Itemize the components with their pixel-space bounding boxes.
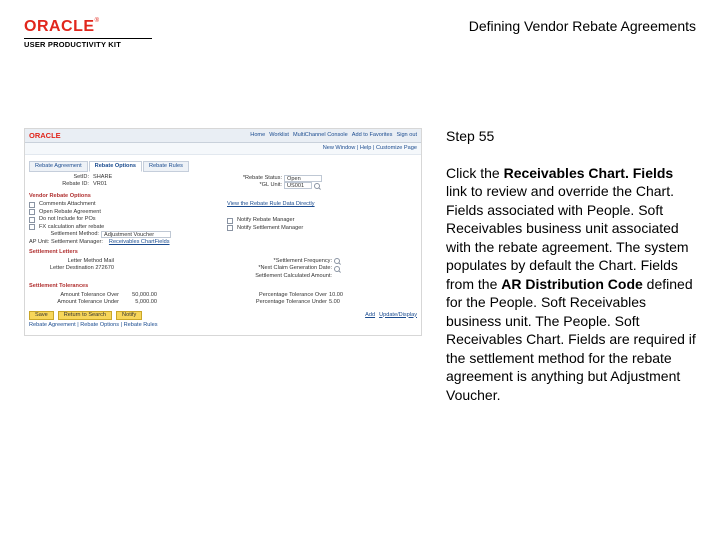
- nav-worklist[interactable]: Worklist: [269, 132, 289, 139]
- rebateid-label: Rebate ID:: [29, 181, 89, 188]
- nav-fav[interactable]: Add to Favorites: [352, 132, 393, 139]
- chk-notify-sm[interactable]: [227, 225, 233, 231]
- chk-open-agreement[interactable]: [29, 209, 35, 215]
- lt-calcamt-label: Settlement Calculated Amount:: [227, 273, 332, 280]
- app-screenshot: ORACLE Home Worklist MultiChannel Consol…: [24, 128, 422, 336]
- document-title: Defining Vendor Rebate Agreements: [469, 18, 696, 34]
- chk-notify-rm[interactable]: [227, 218, 233, 224]
- nav-home[interactable]: Home: [250, 132, 265, 139]
- tol-amt-over-val: 50,000.00: [121, 292, 157, 299]
- setid-value: SHARE: [93, 174, 112, 181]
- footer-tab-links: Rebate Agreement | Rebate Options | Reba…: [29, 322, 417, 329]
- section-settlement-tol: Settlement Tolerances: [29, 283, 417, 290]
- nav-signout[interactable]: Sign out: [396, 132, 417, 139]
- logo-divider: [24, 38, 152, 39]
- glbu-label: *GL Unit:: [227, 182, 282, 189]
- lt-freq-label: *Settlement Frequency:: [227, 258, 332, 265]
- step-label: Step 55: [446, 128, 696, 144]
- product-line: USER PRODUCTIVITY KIT: [24, 40, 152, 49]
- nav-mcc[interactable]: MultiChannel Console: [293, 132, 348, 139]
- app-quicklinks: New Window | Help | Customize Page: [25, 143, 421, 155]
- oracle-wordmark: ORACLE®: [24, 18, 152, 36]
- button-row: Save Return to Search Notify Add Update/…: [29, 311, 417, 320]
- instruction-paragraph: Click the Receivables Chart. Fields link…: [446, 164, 696, 404]
- lt-method-label: Letter Method Mail: [29, 258, 114, 265]
- app-topnav: Home Worklist MultiChannel Console Add t…: [250, 132, 417, 139]
- return-button[interactable]: Return to Search: [58, 311, 112, 320]
- chk-noinclude[interactable]: [29, 217, 35, 223]
- chk-comments[interactable]: [29, 202, 35, 208]
- section-vendor-options: Vendor Rebate Options: [29, 193, 417, 200]
- settlement-method-label: Settlement Method:: [29, 231, 99, 238]
- chk-fx[interactable]: [29, 224, 35, 230]
- tab-rebate-options[interactable]: Rebate Options: [89, 161, 142, 172]
- lookup-icon[interactable]: [314, 183, 320, 189]
- notify-button[interactable]: Notify: [116, 311, 142, 320]
- ap-line: AP Unit: Settlement Manager:: [29, 239, 103, 246]
- chk-open-agreement-label: Open Rebate Agreement: [39, 209, 101, 216]
- tol-amt-over-label: Amount Tolerance Over: [29, 292, 119, 299]
- instruction-bold2: AR Distribution Code: [501, 276, 643, 292]
- app-brand: ORACLE: [29, 131, 61, 140]
- instruction-post2: defined for the People. Soft Receivables…: [446, 276, 696, 403]
- tab-rebate-rules[interactable]: Rebate Rules: [143, 161, 189, 172]
- tol-amt-under-val: 5,000.00: [121, 299, 157, 306]
- tol-amt-under-label: Amount Tolerance Under: [29, 299, 119, 306]
- lookup-icon[interactable]: [334, 258, 340, 264]
- rebateid-value: VR01: [93, 181, 107, 188]
- status-select[interactable]: Open: [284, 175, 322, 182]
- instruction-pre: Click the: [446, 165, 504, 181]
- chk-noinclude-label: Do not Include for POs: [39, 216, 96, 223]
- tol-pct-under-val: 5.00: [329, 299, 340, 306]
- lt-dest-label: Letter Destination 272670: [29, 265, 114, 272]
- tol-pct-under-label: Percentage Tolerance Under: [227, 299, 327, 306]
- instruction-bold1: Receivables Chart. Fields: [504, 165, 674, 181]
- chk-notify-sm-label: Notify Settlement Manager: [237, 225, 303, 232]
- lt-nextdate-label: *Next Claim Generation Date:: [227, 265, 332, 272]
- tab-rebate-agreement[interactable]: Rebate Agreement: [29, 161, 88, 172]
- chk-notify-rm-label: Notify Rebate Manager: [237, 217, 295, 224]
- lookup-icon[interactable]: [334, 266, 340, 272]
- chk-fx-label: FX calculation after rebate: [39, 224, 104, 231]
- receivables-chartfields-link[interactable]: Receivables ChartFields: [109, 239, 170, 246]
- tab-bar: Rebate Agreement Rebate Options Rebate R…: [29, 161, 417, 172]
- logo-block: ORACLE® USER PRODUCTIVITY KIT: [24, 18, 152, 49]
- update-display-link[interactable]: Update/Display: [379, 312, 417, 319]
- save-button[interactable]: Save: [29, 311, 54, 320]
- setid-label: SetID:: [29, 174, 89, 181]
- glbu-input[interactable]: US001: [284, 182, 312, 189]
- view-rule-data-link[interactable]: View the Rebate Rule Data Directly: [227, 201, 315, 208]
- add-link[interactable]: Add: [365, 312, 375, 319]
- chk-comments-label: Comments Attachment: [39, 201, 96, 208]
- settlement-method-select[interactable]: Adjustment Voucher: [101, 231, 171, 238]
- tol-pct-over-val: 10.00: [329, 292, 343, 299]
- status-label: *Rebate Status:: [227, 175, 282, 182]
- tol-pct-over-label: Percentage Tolerance Over: [227, 292, 327, 299]
- section-settlement-letters: Settlement Letters: [29, 249, 417, 256]
